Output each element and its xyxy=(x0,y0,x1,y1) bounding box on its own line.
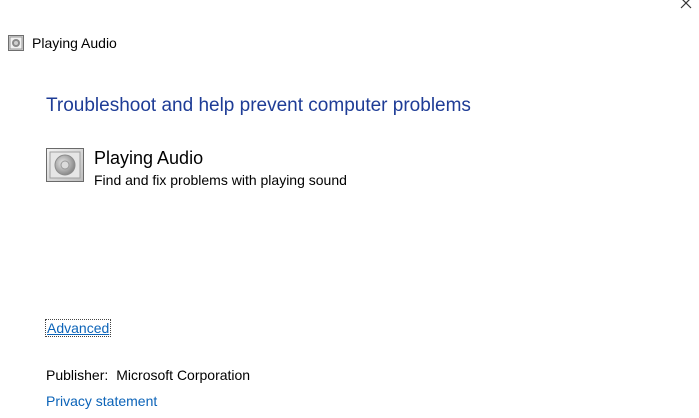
title-bar: Playing Audio xyxy=(8,33,117,53)
troubleshooter-item[interactable]: Playing Audio Find and fix problems with… xyxy=(46,146,347,190)
publisher-value: Microsoft Corporation xyxy=(116,367,251,383)
publisher-info: Publisher: Microsoft Corporation xyxy=(46,367,250,383)
privacy-statement-link[interactable]: Privacy statement xyxy=(46,393,157,409)
troubleshooter-description: Find and fix problems with playing sound xyxy=(94,172,347,188)
troubleshooter-window: Playing Audio Troubleshoot and help prev… xyxy=(0,0,699,418)
publisher-label: Publisher: xyxy=(46,367,109,383)
troubleshooter-title[interactable]: Playing Audio xyxy=(94,146,347,170)
close-button[interactable] xyxy=(672,0,699,14)
troubleshooter-text: Playing Audio Find and fix problems with… xyxy=(94,146,347,190)
speaker-icon xyxy=(46,148,84,186)
page-heading: Troubleshoot and help prevent computer p… xyxy=(46,95,471,116)
speaker-icon xyxy=(8,35,24,51)
close-icon xyxy=(680,0,691,9)
advanced-link[interactable]: Advanced xyxy=(44,319,112,337)
window-title: Playing Audio xyxy=(32,35,117,51)
